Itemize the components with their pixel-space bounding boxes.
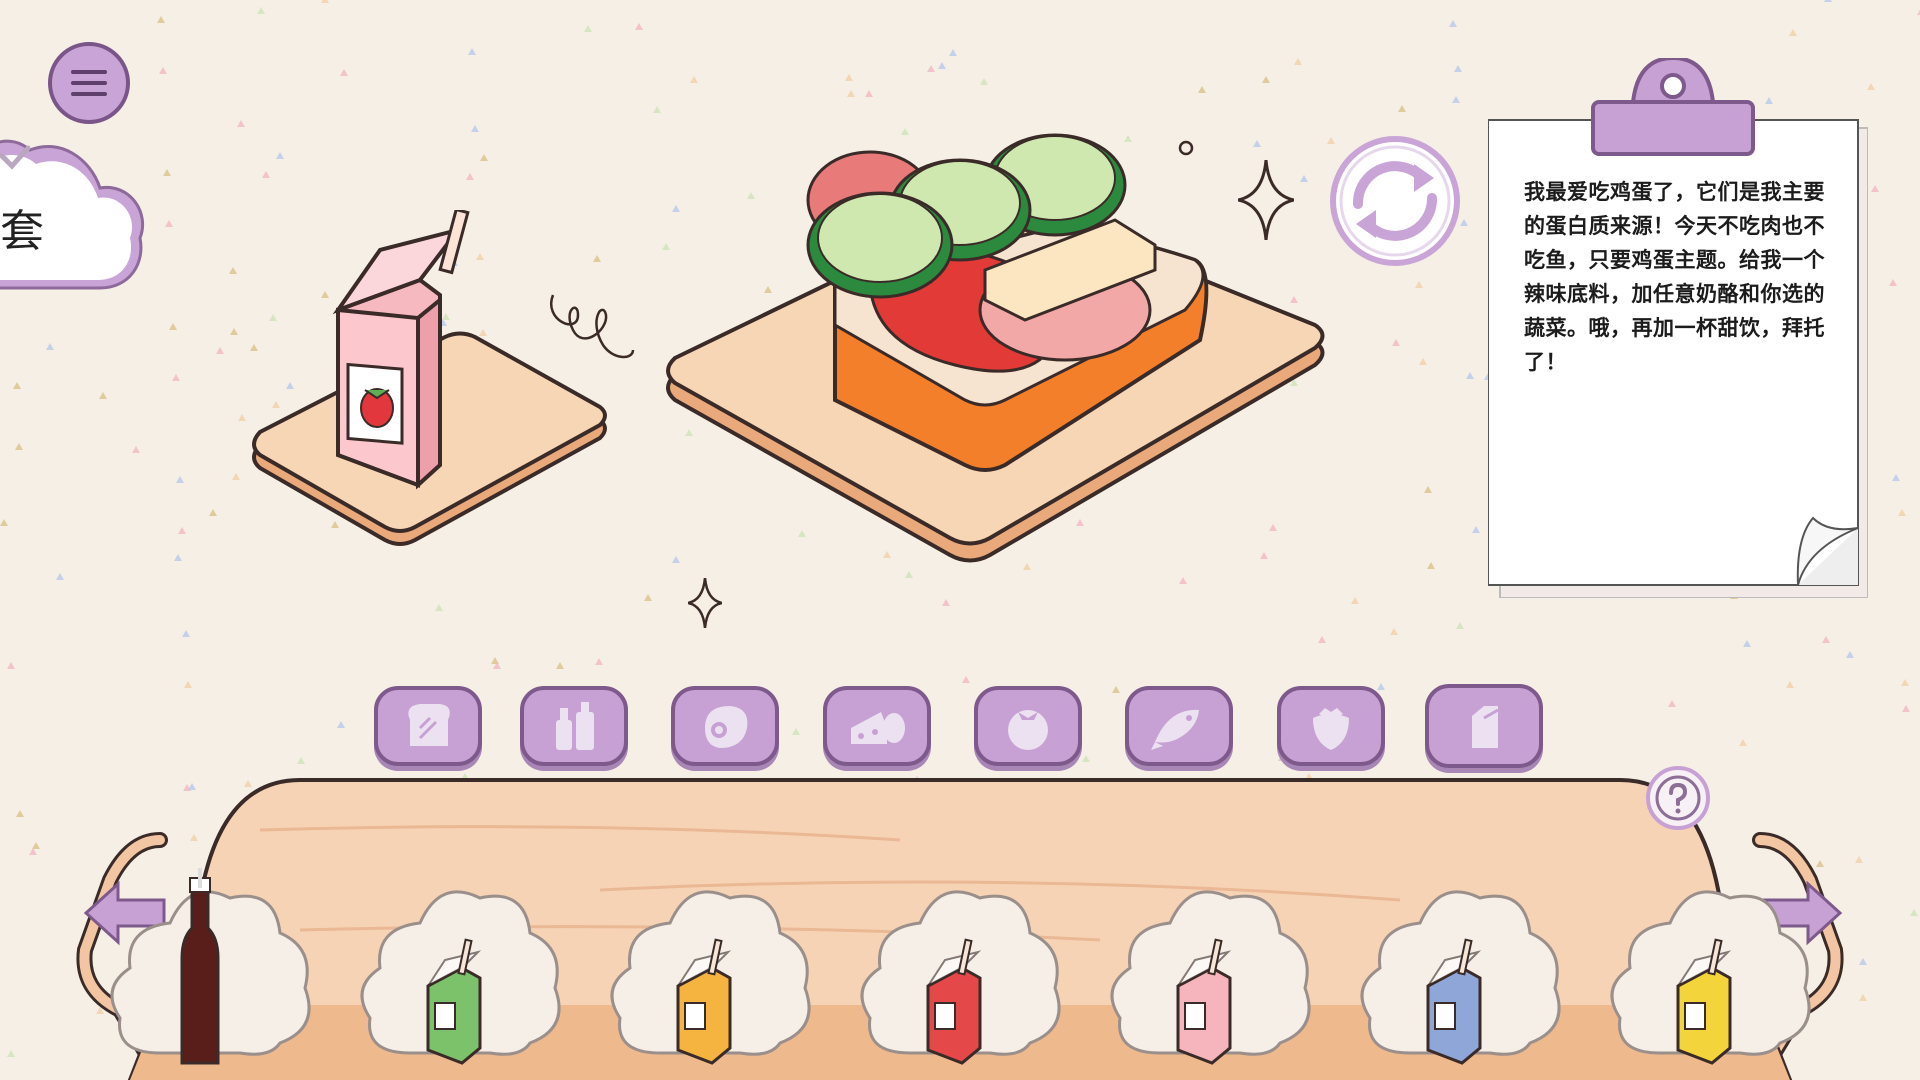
- category-bread-button[interactable]: [374, 686, 482, 766]
- fish-icon: [1151, 709, 1199, 750]
- bread-icon: [408, 704, 450, 746]
- sandwich-board: [666, 133, 1325, 563]
- order-line: 辣味底料，加任意奶酪和你选的: [1524, 282, 1825, 306]
- drink-slot-banana-milk[interactable]: [1600, 868, 1816, 1068]
- swirl-decoration: [550, 294, 635, 359]
- help-button[interactable]: [1645, 765, 1711, 831]
- cheese-egg-icon: [851, 712, 905, 744]
- drink-board: [252, 210, 607, 546]
- drink-slot-cherry-juice[interactable]: [850, 868, 1066, 1068]
- category-fish-button[interactable]: [1125, 686, 1233, 766]
- tomato-icon: [1008, 710, 1048, 750]
- category-fruit-button[interactable]: [1277, 686, 1385, 766]
- drink-slot-cola[interactable]: [100, 858, 316, 1068]
- category-meat-button[interactable]: [671, 686, 779, 766]
- meat-icon: [705, 706, 748, 748]
- strawberry-icon: [1313, 708, 1349, 750]
- menu-button[interactable]: [48, 42, 130, 124]
- order-line: 了！: [1524, 350, 1567, 374]
- order-line: 我最爱吃鸡蛋了，它们是我主要: [1524, 180, 1825, 204]
- category-vegetable-button[interactable]: [974, 686, 1082, 766]
- order-description: 我最爱吃鸡蛋了，它们是我主要 的蛋白质来源！今天不吃肉也不 吃鱼，只要鸡蛋主题。…: [1524, 175, 1832, 379]
- order-line: 蔬菜。哦，再加一杯甜饮，拜托: [1524, 316, 1825, 340]
- category-cheese-egg-button[interactable]: [823, 686, 931, 766]
- drink-slot-berry-juice[interactable]: [1350, 868, 1566, 1068]
- sauce-bottles-icon: [556, 702, 594, 750]
- drink-carton-icon: [1472, 706, 1499, 748]
- drink-slot-apple-juice[interactable]: [350, 868, 566, 1068]
- refresh-button[interactable]: [1328, 134, 1462, 268]
- drink-slot-orange-juice[interactable]: [600, 868, 816, 1068]
- category-drink-button[interactable]: [1425, 684, 1543, 768]
- clipboard-clip: [1591, 58, 1755, 156]
- order-line: 吃鱼，只要鸡蛋主题。给我一个: [1524, 248, 1825, 272]
- category-sauce-button[interactable]: [520, 686, 628, 766]
- hamburger-icon: [71, 70, 107, 96]
- order-badge-text: 套: [0, 206, 44, 257]
- small-sparkle-decoration: [688, 578, 722, 628]
- drink-slot-strawberry-milk[interactable]: [1100, 868, 1316, 1068]
- order-line: 的蛋白质来源！今天不吃肉也不: [1524, 214, 1825, 238]
